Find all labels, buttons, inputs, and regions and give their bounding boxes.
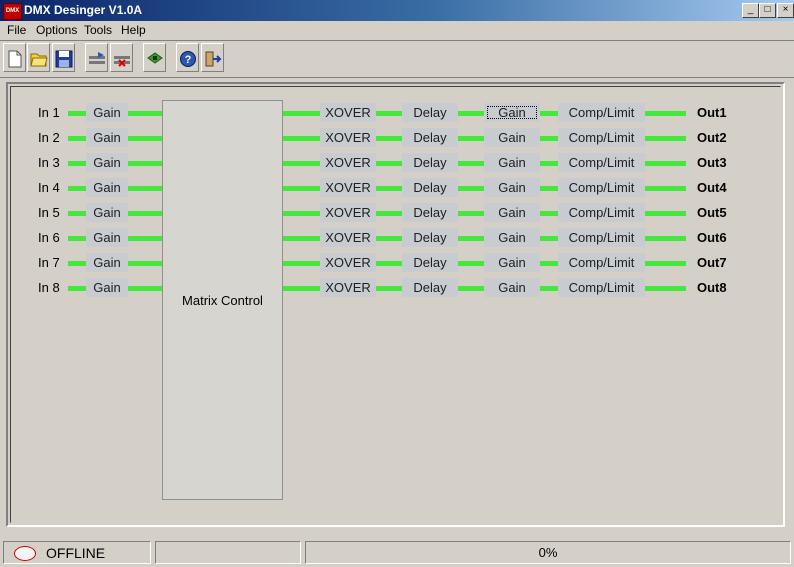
new-file-button[interactable] xyxy=(3,43,26,72)
chip-button[interactable] xyxy=(143,43,166,72)
output-gain-button[interactable]: Gain xyxy=(484,128,540,147)
exit-icon xyxy=(205,51,222,67)
input-gain-button[interactable]: Gain xyxy=(86,103,128,122)
comp-limit-button[interactable]: Comp/Limit xyxy=(558,203,645,222)
input-gain-button[interactable]: Gain xyxy=(86,278,128,297)
input-gain-button[interactable]: Gain xyxy=(86,253,128,272)
minimize-button[interactable]: _ xyxy=(742,3,759,18)
new-file-icon xyxy=(8,50,22,68)
window-title: DMX Desinger V1.0A xyxy=(24,3,143,17)
app-logo-icon: DMX xyxy=(3,3,22,20)
input-gain-button[interactable]: Gain xyxy=(86,228,128,247)
xover-button[interactable]: XOVER xyxy=(320,153,376,172)
output-label: Out1 xyxy=(697,105,727,120)
comp-limit-button[interactable]: Comp/Limit xyxy=(558,278,645,297)
output-label: Out5 xyxy=(697,205,727,220)
output-label: Out8 xyxy=(697,280,727,295)
menu-bar: File Options Tools Help xyxy=(0,21,794,39)
delay-button[interactable]: Delay xyxy=(402,253,458,272)
help-button[interactable]: ? xyxy=(176,43,199,72)
input-gain-button[interactable]: Gain xyxy=(86,128,128,147)
delay-button[interactable]: Delay xyxy=(402,228,458,247)
xover-button[interactable]: XOVER xyxy=(320,128,376,147)
xover-button[interactable]: XOVER xyxy=(320,203,376,222)
input-label: In 4 xyxy=(38,180,60,195)
menu-help[interactable]: Help xyxy=(121,23,146,37)
output-label: Out4 xyxy=(697,180,727,195)
connection-status-text: OFFLINE xyxy=(46,545,106,561)
menu-file[interactable]: File xyxy=(7,23,26,37)
input-gain-button[interactable]: Gain xyxy=(86,153,128,172)
comp-limit-button[interactable]: Comp/Limit xyxy=(558,228,645,247)
status-panel-middle xyxy=(155,541,301,564)
xover-button[interactable]: XOVER xyxy=(320,103,376,122)
delay-button[interactable]: Delay xyxy=(402,178,458,197)
menu-options[interactable]: Options xyxy=(36,23,77,37)
input-label: In 8 xyxy=(38,280,60,295)
output-label: Out6 xyxy=(697,230,727,245)
device-settings-2-button[interactable] xyxy=(110,43,133,72)
input-gain-button[interactable]: Gain xyxy=(86,203,128,222)
offline-led-icon xyxy=(14,546,36,561)
output-gain-button[interactable]: Gain xyxy=(484,278,540,297)
xover-button[interactable]: XOVER xyxy=(320,178,376,197)
output-gain-button[interactable]: Gain xyxy=(484,103,540,122)
output-gain-button[interactable]: Gain xyxy=(484,253,540,272)
progress-panel: 0% xyxy=(305,541,791,564)
exit-button[interactable] xyxy=(201,43,224,72)
output-gain-button[interactable]: Gain xyxy=(484,228,540,247)
delay-button[interactable]: Delay xyxy=(402,128,458,147)
output-gain-button[interactable]: Gain xyxy=(484,153,540,172)
open-button[interactable] xyxy=(27,43,50,72)
comp-limit-button[interactable]: Comp/Limit xyxy=(558,178,645,197)
comp-limit-button[interactable]: Comp/Limit xyxy=(558,253,645,272)
maximize-button[interactable]: □ xyxy=(759,3,776,18)
delay-button[interactable]: Delay xyxy=(402,278,458,297)
toolbar-divider xyxy=(0,77,794,78)
input-label: In 3 xyxy=(38,155,60,170)
input-label: In 5 xyxy=(38,205,60,220)
matrix-control-label: Matrix Control xyxy=(182,292,263,308)
comp-limit-button[interactable]: Comp/Limit xyxy=(558,128,645,147)
input-label: In 7 xyxy=(38,255,60,270)
device-settings-icon xyxy=(89,52,105,64)
routing-panel xyxy=(6,82,785,527)
menu-divider xyxy=(0,40,794,41)
input-gain-button[interactable]: Gain xyxy=(86,178,128,197)
routing-panel-inner xyxy=(10,86,781,523)
device-settings-button[interactable] xyxy=(85,43,108,72)
output-label: Out3 xyxy=(697,155,727,170)
delay-button[interactable]: Delay xyxy=(402,153,458,172)
xover-button[interactable]: XOVER xyxy=(320,228,376,247)
progress-text: 0% xyxy=(538,545,558,560)
output-label: Out7 xyxy=(697,255,727,270)
connection-status: OFFLINE xyxy=(3,541,151,564)
open-folder-icon xyxy=(30,53,48,67)
svg-text:?: ? xyxy=(185,54,192,66)
save-icon xyxy=(55,50,73,68)
comp-limit-button[interactable]: Comp/Limit xyxy=(558,153,645,172)
delay-button[interactable]: Delay xyxy=(402,103,458,122)
input-label: In 6 xyxy=(38,230,60,245)
device-settings-2-icon xyxy=(114,56,130,67)
matrix-control-button[interactable]: Matrix Control xyxy=(162,100,283,500)
close-button[interactable]: × xyxy=(777,3,794,18)
toolbar: ? xyxy=(0,42,794,76)
xover-button[interactable]: XOVER xyxy=(320,278,376,297)
output-label: Out2 xyxy=(697,130,727,145)
input-label: In 2 xyxy=(38,130,60,145)
menu-tools[interactable]: Tools xyxy=(84,23,112,37)
help-icon: ? xyxy=(180,51,196,67)
chip-icon xyxy=(147,52,163,64)
output-gain-button[interactable]: Gain xyxy=(484,178,540,197)
delay-button[interactable]: Delay xyxy=(402,203,458,222)
xover-button[interactable]: XOVER xyxy=(320,253,376,272)
comp-limit-button[interactable]: Comp/Limit xyxy=(558,103,645,122)
input-label: In 1 xyxy=(38,105,60,120)
save-button[interactable] xyxy=(52,43,75,72)
output-gain-button[interactable]: Gain xyxy=(484,203,540,222)
title-bar: DMX DMX Desinger V1.0A _ □ × xyxy=(0,0,794,21)
status-bar: OFFLINE 0% xyxy=(0,539,794,567)
